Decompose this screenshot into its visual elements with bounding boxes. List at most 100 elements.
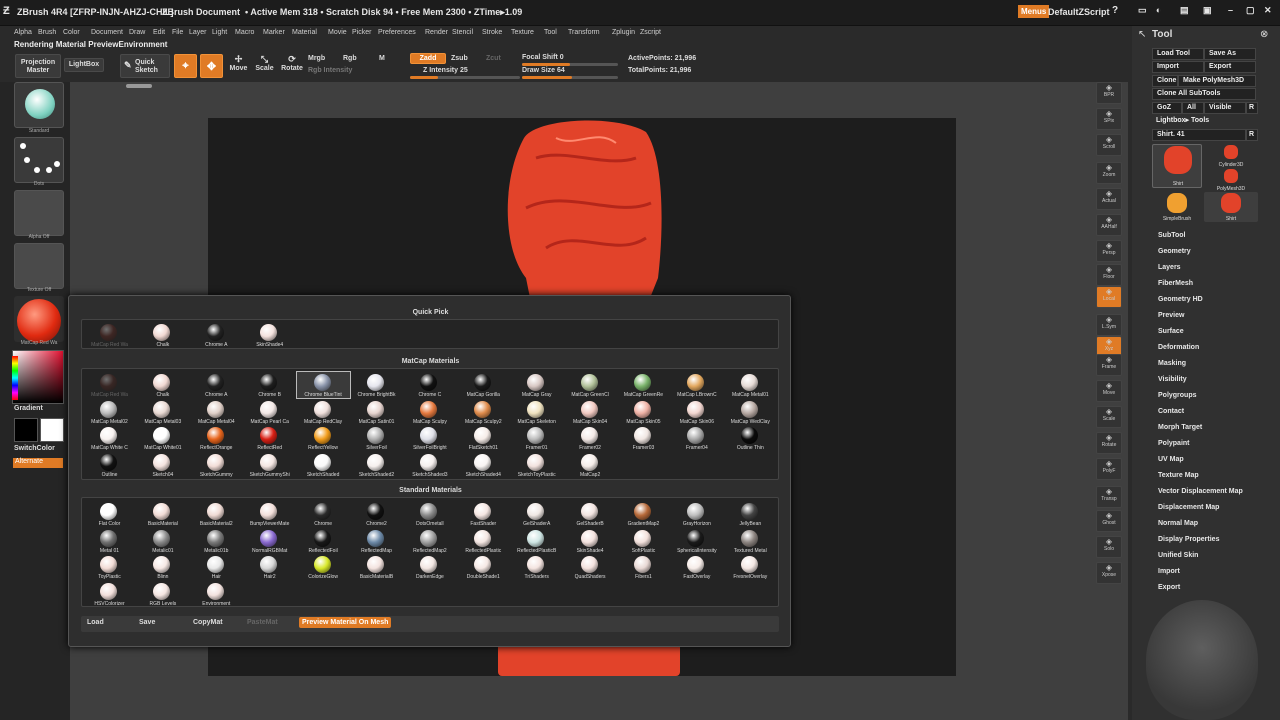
menu-draw[interactable]: Draw [129, 29, 145, 36]
material-swatch[interactable]: Fibers1 [617, 554, 670, 580]
material-swatch[interactable]: SilverFoil [350, 425, 403, 451]
material-swatch[interactable]: MatCap GreenCl [564, 372, 617, 398]
menu-light[interactable]: Light [212, 29, 227, 36]
material-swatch[interactable]: MatCap Skeleton [510, 399, 563, 425]
brush-thumbnail[interactable] [14, 82, 64, 128]
subpalette-displacement-map[interactable]: Displacement Map [1158, 504, 1219, 511]
pastemat-button[interactable]: PasteMat [247, 619, 278, 626]
menu-tool[interactable]: Tool [544, 29, 557, 36]
goz-r-button[interactable]: R [1246, 102, 1258, 114]
material-swatch[interactable]: MatCap Sculpy2 [457, 399, 510, 425]
shelf-scroll-button[interactable]: ◈ Scroll [1096, 134, 1122, 156]
material-swatch[interactable]: FresnelOverlay [724, 554, 777, 580]
draw-size-slider[interactable] [522, 76, 618, 79]
shelf-frame-button[interactable]: ◈ Frame [1096, 354, 1122, 376]
material-swatch[interactable]: ReflectOrange [190, 425, 243, 451]
subpalette-contact[interactable]: Contact [1158, 408, 1184, 415]
menu-zplugin[interactable]: Zplugin [612, 29, 635, 36]
texture-thumbnail[interactable] [14, 243, 64, 289]
material-swatch[interactable]: GrayHorizon [670, 501, 723, 527]
shelf-local-button[interactable]: ◈ Local [1096, 286, 1122, 308]
material-swatch[interactable]: Framer03 [617, 425, 670, 451]
shelf-polyf-button[interactable]: ◈ PolyF [1096, 458, 1122, 480]
gradient-label[interactable]: Gradient [14, 405, 43, 412]
current-tool-slider[interactable]: Shirt. 41 [1152, 129, 1246, 141]
pin-icon[interactable]: ↖ [1138, 29, 1146, 40]
goz-all-button[interactable]: All [1182, 102, 1204, 114]
subpalette-texture-map[interactable]: Texture Map [1158, 472, 1199, 479]
material-swatch[interactable]: ToyPlastic [83, 554, 136, 580]
clone-button[interactable]: Clone [1152, 75, 1178, 87]
material-swatch[interactable]: MatCap Skin06 [670, 399, 723, 425]
subpalette-surface[interactable]: Surface [1158, 328, 1184, 335]
menu-macro[interactable]: Macro [235, 29, 254, 36]
lightbox-button[interactable]: LightBox [64, 58, 104, 72]
shirt-mesh[interactable] [496, 118, 666, 308]
shelf-ghost-button[interactable]: ◈ Ghost [1096, 510, 1122, 532]
material-swatch[interactable]: MatCap Skin05 [617, 399, 670, 425]
material-swatch[interactable]: SkinShade4 [564, 528, 617, 554]
menu-material[interactable]: Material [292, 29, 317, 36]
menu-render[interactable]: Render [425, 29, 448, 36]
material-swatch[interactable]: ColorizeGlow [297, 554, 350, 580]
layout-icon[interactable]: ▭ [1138, 5, 1147, 16]
material-swatch[interactable]: SketchShaded3 [403, 452, 456, 478]
alternate-button[interactable]: Alternate [13, 458, 63, 468]
material-swatch[interactable]: Blinn [136, 554, 189, 580]
material-swatch[interactable]: Framer01 [510, 425, 563, 451]
save-material-button[interactable]: Save [139, 619, 155, 626]
shelf-persp-button[interactable]: ◈ Persp [1096, 240, 1122, 262]
material-swatch[interactable]: SketchGummyShi [243, 452, 296, 478]
material-swatch[interactable]: JellyBean [724, 501, 777, 527]
subpalette-normal-map[interactable]: Normal Map [1158, 520, 1198, 527]
material-swatch[interactable]: Chalk [136, 372, 189, 398]
material-swatch[interactable]: TriShaders [510, 554, 563, 580]
material-swatch[interactable]: Hair [190, 554, 243, 580]
subpalette-display-properties[interactable]: Display Properties [1158, 536, 1219, 543]
material-swatch[interactable]: RGB Levels [136, 581, 189, 607]
menu-document[interactable]: Document [91, 29, 123, 36]
subpalette-subtool[interactable]: SubTool [1158, 232, 1185, 239]
material-swatch[interactable]: MatCap White C [83, 425, 136, 451]
material-swatch[interactable]: Chrome C [403, 372, 456, 398]
material-swatch[interactable]: BasicMaterial [136, 501, 189, 527]
current-tool-r-button[interactable]: R [1246, 129, 1258, 141]
shelf-rotate-button[interactable]: ◈ Rotate [1096, 432, 1122, 454]
material-swatch[interactable]: Metalic01 [136, 528, 189, 554]
subpalette-layers[interactable]: Layers [1158, 264, 1181, 271]
shelf-scale-button[interactable]: ◈ Scale [1096, 406, 1122, 428]
goz-button[interactable]: GoZ [1152, 102, 1182, 114]
help-icon[interactable]: ? [1112, 5, 1118, 16]
material-swatch[interactable]: Chrome2 [350, 501, 403, 527]
menu-alpha[interactable]: Alpha [14, 29, 32, 36]
preview-material-on-mesh-button[interactable]: Preview Material On Mesh [299, 617, 392, 628]
material-swatch[interactable]: MatCap Metal04 [190, 399, 243, 425]
rgb-intensity-slider[interactable]: Rgb Intensity [308, 67, 352, 74]
goz-visible-button[interactable]: Visible [1204, 102, 1246, 114]
material-swatch[interactable]: Framer02 [564, 425, 617, 451]
material-swatch[interactable]: SoftPlastic [617, 528, 670, 554]
shelf-spix-button[interactable]: ◈ SPix [1096, 108, 1122, 130]
material-swatch[interactable]: MatCap White01 [136, 425, 189, 451]
menu-picker[interactable]: Picker [352, 29, 371, 36]
tool-thumb-shirt[interactable]: Shirt [1152, 144, 1202, 188]
minimize-icon[interactable]: – [1228, 5, 1233, 15]
secondary-color-swatch[interactable] [14, 418, 38, 442]
subpalette-fibermesh[interactable]: FiberMesh [1158, 280, 1193, 287]
mrgb-button[interactable]: Mrgb [308, 55, 325, 62]
move-button[interactable]: ✢ Move [228, 54, 249, 78]
menu-transform[interactable]: Transform [568, 29, 600, 36]
export-button[interactable]: Export [1204, 61, 1256, 73]
material-swatch[interactable]: QuadShaders [564, 554, 617, 580]
shelf-lsym-button[interactable]: ◈ L.Sym [1096, 314, 1122, 336]
subpalette-visibility[interactable]: Visibility [1158, 376, 1187, 383]
quick-sketch-button[interactable]: ✎ Quick Sketch [120, 54, 170, 78]
menu-marker[interactable]: Marker [263, 29, 285, 36]
material-swatch[interactable]: ReflectYellow [297, 425, 350, 451]
material-swatch[interactable]: SilverFoilBright [403, 425, 456, 451]
material-thumbnail[interactable] [14, 296, 64, 343]
subpalette-polypaint[interactable]: Polypaint [1158, 440, 1190, 447]
edit-button[interactable]: ⌖ [174, 54, 197, 78]
material-swatch[interactable]: SketchShaded2 [350, 452, 403, 478]
subpalette-unified-skin[interactable]: Unified Skin [1158, 552, 1198, 559]
